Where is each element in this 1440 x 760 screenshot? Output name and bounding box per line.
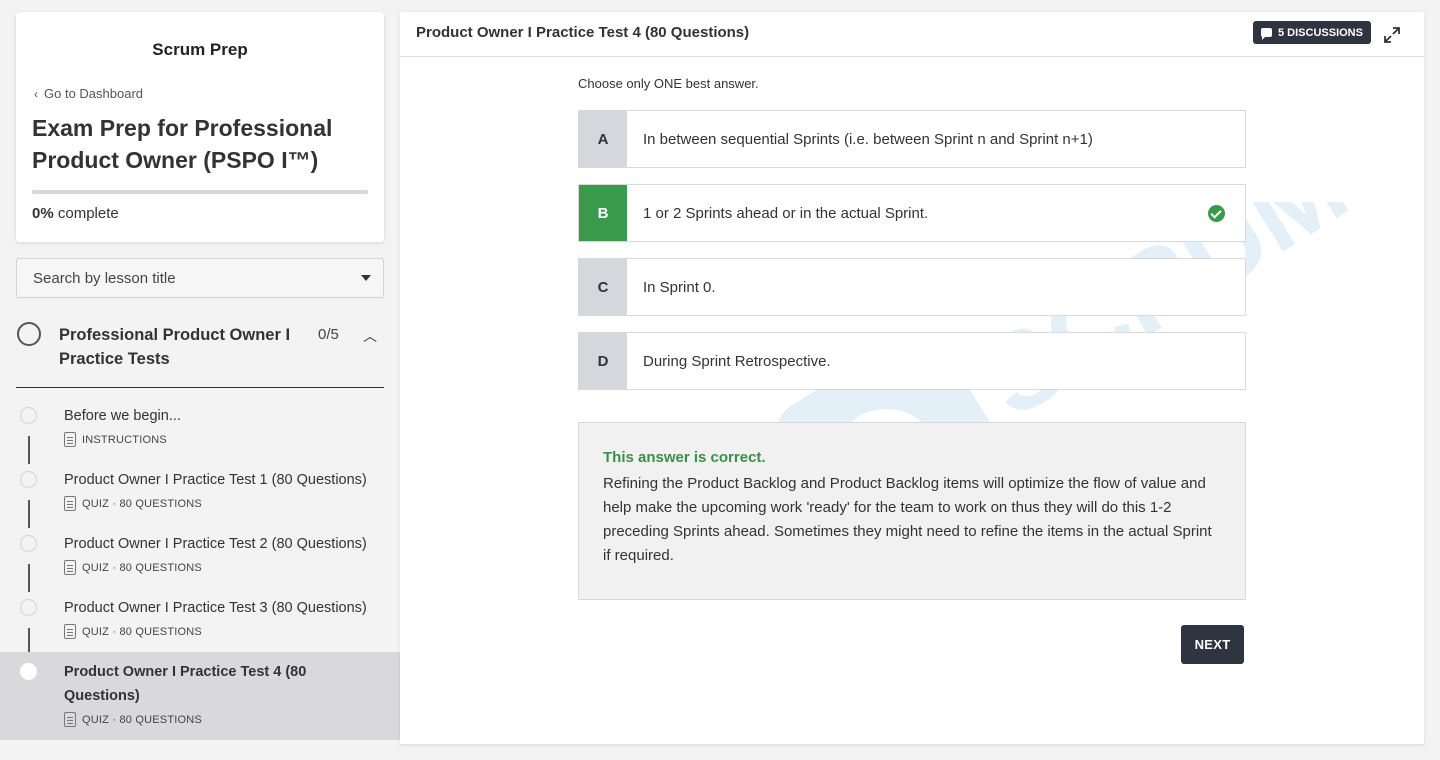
progress-label: complete — [57, 205, 119, 222]
lesson-status-icon — [20, 471, 37, 488]
chevron-left-icon: ‹ — [34, 86, 38, 101]
course-title: Exam Prep for Professional Product Owner… — [32, 115, 333, 173]
lesson-meta-text: QUIZ · 80 QUESTIONS — [82, 625, 202, 638]
quiz-icon — [64, 712, 76, 727]
school-name[interactable]: Scrum Prep — [16, 40, 384, 60]
next-button[interactable]: NEXT — [1181, 625, 1244, 664]
lesson-connector — [28, 436, 30, 464]
lesson-meta: INSTRUCTIONS — [64, 432, 167, 447]
lesson-status-icon — [20, 407, 37, 424]
feedback-explanation: Refining the Product Backlog and Product… — [603, 475, 1212, 564]
lesson-item[interactable]: Before we begin... INSTRUCTIONS — [0, 400, 400, 464]
lesson-item-current[interactable]: Product Owner I Practice Test 4 (80 Ques… — [0, 652, 400, 740]
option-text: During Sprint Retrospective. — [643, 352, 831, 370]
lesson-item[interactable]: Product Owner I Practice Test 1 (80 Ques… — [0, 464, 400, 528]
go-to-dashboard-link[interactable]: ‹ Go to Dashboard — [34, 86, 143, 101]
lesson-title: Product Owner I Practice Test 2 (80 Ques… — [64, 536, 367, 552]
lesson-meta-text: QUIZ · 80 QUESTIONS — [82, 497, 202, 510]
lesson-status-icon — [20, 663, 37, 680]
lesson-search-select[interactable]: Search by lesson title — [16, 258, 384, 298]
answer-feedback: This answer is correct. Refining the Pro… — [578, 422, 1246, 600]
chapter-title: Professional Product Owner I Practice Te… — [59, 326, 291, 368]
document-icon — [64, 432, 76, 447]
lesson-meta: QUIZ · 80 QUESTIONS — [64, 624, 202, 639]
lesson-meta-text: INSTRUCTIONS — [82, 433, 167, 446]
lesson-meta: QUIZ · 80 QUESTIONS — [64, 712, 202, 727]
option-letter: B — [579, 185, 627, 241]
option-text: In Sprint 0. — [643, 278, 716, 296]
discussions-button[interactable]: 5 DISCUSSIONS — [1253, 21, 1371, 44]
quiz-header: Product Owner I Practice Test 4 (80 Ques… — [400, 12, 1424, 57]
quiz-icon — [64, 624, 76, 639]
lesson-item[interactable]: Product Owner I Practice Test 3 (80 Ques… — [0, 592, 400, 652]
lesson-title: Before we begin... — [64, 408, 181, 424]
answer-option-d[interactable]: D During Sprint Retrospective. — [578, 332, 1246, 390]
lesson-connector — [28, 564, 30, 592]
check-circle-icon — [1208, 204, 1225, 222]
quiz-icon — [64, 496, 76, 511]
quiz-panel: SCRUMPREP Product Owner I Practice Test … — [400, 12, 1440, 744]
chapter-header[interactable]: Professional Product Owner I Practice Te… — [16, 318, 384, 388]
lesson-connector — [28, 500, 30, 528]
progress-bar — [32, 190, 368, 194]
lesson-meta-text: QUIZ · 80 QUESTIONS — [82, 561, 202, 574]
lesson-item[interactable]: Product Owner I Practice Test 2 (80 Ques… — [0, 528, 400, 592]
option-letter: A — [579, 111, 627, 167]
progress-text: 0% complete — [32, 205, 119, 222]
quiz-icon — [64, 560, 76, 575]
lesson-connector — [28, 628, 30, 652]
lesson-meta-text: QUIZ · 80 QUESTIONS — [82, 713, 202, 726]
lesson-title: Product Owner I Practice Test 4 (80 Ques… — [64, 664, 307, 704]
option-text: In between sequential Sprints (i.e. betw… — [643, 130, 1093, 148]
lesson-status-icon — [20, 535, 37, 552]
answer-option-c[interactable]: C In Sprint 0. — [578, 258, 1246, 316]
option-text: 1 or 2 Sprints ahead or in the actual Sp… — [643, 204, 929, 222]
back-link-label: Go to Dashboard — [44, 86, 144, 101]
course-card: Scrum Prep ‹ Go to Dashboard Exam Prep f… — [16, 12, 384, 242]
answer-option-b[interactable]: B 1 or 2 Sprints ahead or in the actual … — [578, 184, 1246, 242]
question-instruction: Choose only ONE best answer. — [578, 76, 759, 91]
lesson-meta: QUIZ · 80 QUESTIONS — [64, 560, 202, 575]
lesson-title: Product Owner I Practice Test 1 (80 Ques… — [64, 472, 367, 488]
expand-icon[interactable] — [1382, 25, 1402, 45]
discussions-label: 5 DISCUSSIONS — [1278, 26, 1363, 39]
chapter-status-icon — [17, 322, 41, 346]
sidebar: Scrum Prep ‹ Go to Dashboard Exam Prep f… — [0, 0, 400, 760]
option-letter: D — [579, 333, 627, 389]
lesson-status-icon — [20, 599, 37, 616]
chevron-up-icon[interactable]: ︿ — [363, 326, 377, 346]
chat-bubble-icon — [1261, 28, 1272, 40]
lesson-meta: QUIZ · 80 QUESTIONS — [64, 496, 202, 511]
option-letter: C — [579, 259, 627, 315]
answer-option-a[interactable]: A In between sequential Sprints (i.e. be… — [578, 110, 1246, 168]
progress-percent: 0% — [32, 205, 54, 222]
chapter-count: 0/5 — [318, 326, 339, 343]
quiz-title: Product Owner I Practice Test 4 (80 Ques… — [416, 24, 750, 41]
caret-down-icon — [361, 275, 371, 281]
feedback-title: This answer is correct. — [603, 449, 766, 466]
search-placeholder: Search by lesson title — [33, 269, 176, 287]
lesson-title: Product Owner I Practice Test 3 (80 Ques… — [64, 600, 367, 616]
